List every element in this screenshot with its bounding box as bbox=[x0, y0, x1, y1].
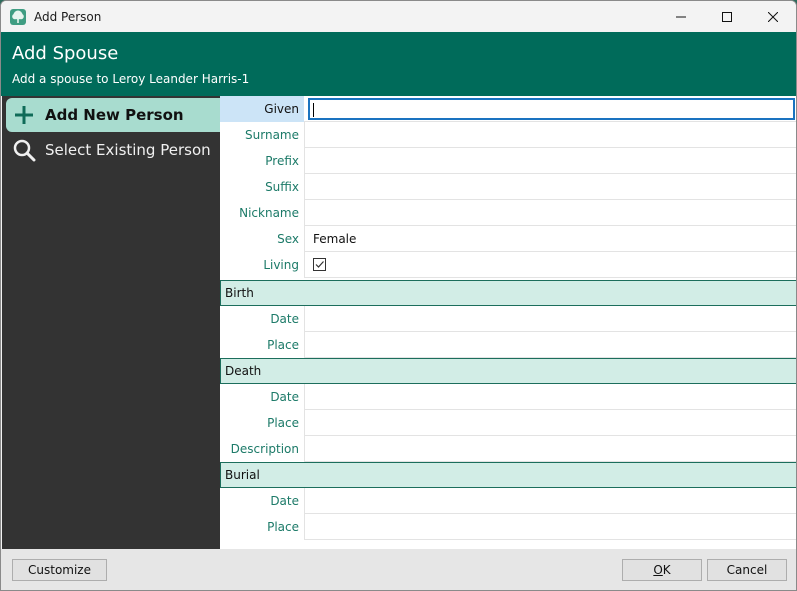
living-checkbox[interactable] bbox=[313, 258, 326, 271]
field-label: Date bbox=[220, 384, 304, 410]
sidebar-item-label: Add New Person bbox=[45, 106, 184, 124]
field-suffix: Suffix bbox=[220, 174, 796, 200]
cancel-button[interactable]: Cancel bbox=[707, 559, 787, 581]
search-icon bbox=[11, 137, 37, 163]
field-birth-date: Date bbox=[220, 306, 796, 332]
close-icon bbox=[768, 11, 778, 22]
burial-date-input[interactable] bbox=[304, 488, 796, 514]
field-label: Place bbox=[220, 410, 304, 436]
given-input[interactable] bbox=[308, 98, 795, 120]
birth-place-input[interactable] bbox=[304, 332, 796, 358]
text-caret bbox=[313, 102, 314, 117]
death-place-input[interactable] bbox=[304, 410, 796, 436]
death-date-input[interactable] bbox=[304, 384, 796, 410]
field-death-date: Date bbox=[220, 384, 796, 410]
window-title: Add Person bbox=[34, 9, 102, 24]
field-surname: Surname bbox=[220, 122, 796, 148]
field-label: Given bbox=[220, 96, 304, 122]
sidebar-item-add-new-person[interactable]: Add New Person bbox=[6, 98, 220, 132]
title-bar: Add Person bbox=[1, 1, 796, 32]
ok-button[interactable]: OK bbox=[622, 559, 702, 581]
section-death: Death bbox=[220, 358, 796, 384]
close-button[interactable] bbox=[750, 1, 796, 32]
field-label: Place bbox=[220, 332, 304, 358]
checkmark-icon bbox=[315, 261, 324, 268]
nickname-input[interactable] bbox=[304, 200, 796, 226]
person-form: Given Surname Prefix Suffix Nickname Sex… bbox=[220, 96, 796, 549]
add-person-dialog: Add Person Add Spouse Add a spouse to Le… bbox=[0, 0, 797, 591]
section-birth: Birth bbox=[220, 280, 796, 306]
suffix-input[interactable] bbox=[304, 174, 796, 200]
section-burial: Burial bbox=[220, 462, 796, 488]
dialog-footer: Customize OK Cancel bbox=[1, 549, 796, 590]
field-label: Description bbox=[220, 436, 304, 462]
prefix-input[interactable] bbox=[304, 148, 796, 174]
field-sex: Sex Female bbox=[220, 226, 796, 252]
field-label: Nickname bbox=[220, 200, 304, 226]
field-given: Given bbox=[220, 96, 796, 122]
field-burial-place: Place bbox=[220, 514, 796, 540]
field-death-place: Place bbox=[220, 410, 796, 436]
birth-date-input[interactable] bbox=[304, 306, 796, 332]
field-prefix: Prefix bbox=[220, 148, 796, 174]
customize-button[interactable]: Customize bbox=[12, 559, 107, 581]
sidebar-item-select-existing-person[interactable]: Select Existing Person bbox=[6, 133, 220, 167]
death-description-input[interactable] bbox=[304, 436, 796, 462]
field-label: Living bbox=[220, 252, 304, 278]
field-living: Living bbox=[220, 252, 796, 278]
field-label: Sex bbox=[220, 226, 304, 252]
field-label: Surname bbox=[220, 122, 304, 148]
field-label: Place bbox=[220, 514, 304, 540]
maximize-button[interactable] bbox=[704, 1, 750, 32]
app-tree-icon bbox=[10, 8, 26, 25]
sidebar: Add New Person Select Existing Person bbox=[2, 96, 220, 549]
field-birth-place: Place bbox=[220, 332, 796, 358]
header-subtitle: Add a spouse to Leroy Leander Harris-1 bbox=[12, 72, 250, 86]
minimize-icon bbox=[676, 16, 686, 17]
field-death-description: Description bbox=[220, 436, 796, 462]
field-burial-date: Date bbox=[220, 488, 796, 514]
dialog-header: Add Spouse Add a spouse to Leroy Leander… bbox=[1, 32, 796, 96]
maximize-icon bbox=[722, 11, 732, 22]
field-label: Date bbox=[220, 306, 304, 332]
field-label: Date bbox=[220, 488, 304, 514]
minimize-button[interactable] bbox=[658, 1, 704, 32]
surname-input[interactable] bbox=[304, 122, 796, 148]
field-label: Suffix bbox=[220, 174, 304, 200]
plus-icon bbox=[11, 102, 37, 128]
sidebar-item-label: Select Existing Person bbox=[45, 141, 211, 159]
header-title: Add Spouse bbox=[12, 43, 119, 64]
burial-place-input[interactable] bbox=[304, 514, 796, 540]
field-label: Prefix bbox=[220, 148, 304, 174]
sex-select[interactable]: Female bbox=[304, 226, 796, 252]
field-nickname: Nickname bbox=[220, 200, 796, 226]
